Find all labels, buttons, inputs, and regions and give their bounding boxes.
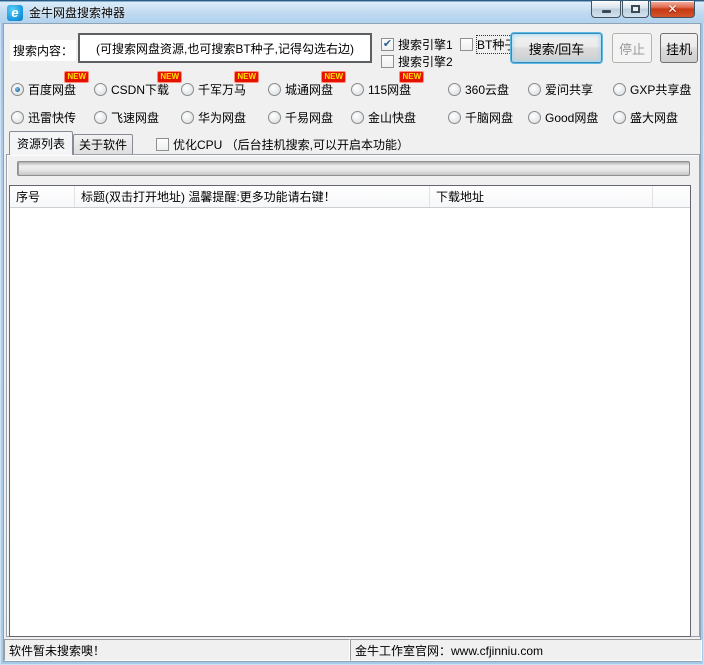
radio-label: 华为网盘 [198,109,246,126]
radio-qiannao-netdisk[interactable]: 千脑网盘 [448,109,513,126]
radio-label: 迅雷快传 [28,109,76,126]
new-badge: NEW [234,71,259,83]
close-icon: ✕ [667,3,677,15]
radio-icon [11,83,24,96]
radio-good-netdisk[interactable]: Good网盘 [528,109,598,126]
new-badge: NEW [321,71,346,83]
radio-icon [448,83,461,96]
radio-icon [528,83,541,96]
radio-icon [11,111,24,124]
checkbox-icon [156,138,169,151]
radio-icon [94,83,107,96]
radio-label: 千易网盘 [285,109,333,126]
minimize-button[interactable] [591,1,621,18]
window-controls: ✕ [591,1,695,18]
radio-gxp-share[interactable]: GXP共享盘 [613,81,691,98]
tab-resource-list[interactable]: 资源列表 [9,131,73,155]
status-message: 软件暂未搜索噢！ [4,639,350,661]
radio-360-cloud[interactable]: 360云盘 [448,81,509,98]
app-window: e 金牛网盘搜索神器 ✕ 搜索内容： ✔ 搜索引擎1 搜索引擎2 BT种子1 搜… [0,0,704,665]
radio-label: 金山快盘 [368,109,416,126]
column-header-extra [653,186,690,207]
source-row-2: 迅雷快传 飞速网盘 华为网盘 千易网盘 金山快盘 千脑网盘 [4,109,700,125]
radio-label: 千军万马 [198,81,246,98]
new-badge: NEW [399,71,424,83]
radio-icon [528,111,541,124]
column-header-title[interactable]: 标题(双击打开地址) 温馨提醒:更多功能请右键！ [75,186,430,207]
column-header-index[interactable]: 序号 [10,186,75,207]
radio-label: 城通网盘 [285,81,333,98]
cpu-optimize-checkbox[interactable]: 优化CPU （后台挂机搜索,可以开启本功能） [156,136,409,153]
client-area: 搜索内容： ✔ 搜索引擎1 搜索引擎2 BT种子1 搜索/回车 停止 挂机 百度… [3,23,701,662]
stop-button[interactable]: 停止 [612,33,652,63]
hang-up-button[interactable]: 挂机 [660,33,698,63]
status-website: 金牛工作室官网：www.cfjinniu.com [350,639,702,661]
radio-label: 爱问共享 [545,81,593,98]
radio-csdn-download[interactable]: CSDN下载 NEW [94,81,169,98]
column-header-download-url[interactable]: 下载地址 [430,186,653,207]
radio-icon [268,111,281,124]
tab-about-software[interactable]: 关于软件 [73,134,133,155]
checkbox-icon [460,38,473,51]
radio-feisu-netdisk[interactable]: 飞速网盘 [94,109,159,126]
new-badge: NEW [157,71,182,83]
radio-label: CSDN下载 [111,81,169,98]
radio-qianjunwanma[interactable]: 千军万马 NEW [181,81,246,98]
radio-label: 飞速网盘 [111,109,159,126]
radio-label: GXP共享盘 [630,81,691,98]
results-table[interactable]: 序号 标题(双击打开地址) 温馨提醒:更多功能请右键！ 下载地址 [9,185,691,637]
window-title: 金牛网盘搜索神器 [29,4,125,21]
table-body[interactable] [10,208,690,636]
radio-jinshan-kuaipan[interactable]: 金山快盘 [351,109,416,126]
radio-115-netdisk[interactable]: 115网盘 NEW [351,81,411,98]
radio-label: 百度网盘 [28,81,76,98]
radio-label: 115网盘 [368,81,411,98]
radio-huawei-netdisk[interactable]: 华为网盘 [181,109,246,126]
radio-icon [181,111,194,124]
radio-icon [351,111,364,124]
radio-shanda-netdisk[interactable]: 盛大网盘 [613,109,678,126]
radio-baidu-netdisk[interactable]: 百度网盘 NEW [11,81,76,98]
radio-icon [181,83,194,96]
radio-aiwen-share[interactable]: 爱问共享 [528,81,593,98]
radio-icon [268,83,281,96]
radio-qianyi-netdisk[interactable]: 千易网盘 [268,109,333,126]
checkbox-icon: ✔ [381,38,394,51]
radio-icon [351,83,364,96]
search-engine-2-checkbox[interactable]: 搜索引擎2 [381,53,453,70]
search-engine-1-checkbox[interactable]: ✔ 搜索引擎1 [381,36,453,53]
search-input[interactable] [78,33,372,63]
radio-icon [448,111,461,124]
radio-label: 360云盘 [465,81,509,98]
radio-icon [613,83,626,96]
source-row-1: 百度网盘 NEW CSDN下载 NEW 千军万马 NEW 城通网盘 NEW 11… [4,81,700,97]
maximize-button[interactable] [622,1,649,18]
checkbox-icon [381,55,394,68]
checkbox-label: 搜索引擎1 [398,36,453,53]
radio-label: 盛大网盘 [630,109,678,126]
radio-label: Good网盘 [545,109,598,126]
progress-bar [17,161,690,176]
checkbox-label: 优化CPU （后台挂机搜索,可以开启本功能） [173,136,409,153]
radio-icon [94,111,107,124]
radio-xunlei-kuaichuan[interactable]: 迅雷快传 [11,109,76,126]
new-badge: NEW [64,71,89,83]
radio-chengtong-netdisk[interactable]: 城通网盘 NEW [268,81,333,98]
app-icon: e [7,5,23,21]
status-bar: 软件暂未搜索噢！ 金牛工作室官网：www.cfjinniu.com [4,639,702,661]
search-content-label: 搜索内容： [10,40,76,61]
checkbox-label: 搜索引擎2 [398,53,453,70]
radio-icon [613,111,626,124]
search-button[interactable]: 搜索/回车 [511,33,602,63]
maximize-icon [631,5,640,13]
minimize-icon [602,10,611,13]
table-header: 序号 标题(双击打开地址) 温馨提醒:更多功能请右键！ 下载地址 [10,186,690,208]
close-button[interactable]: ✕ [650,1,695,18]
radio-label: 千脑网盘 [465,109,513,126]
